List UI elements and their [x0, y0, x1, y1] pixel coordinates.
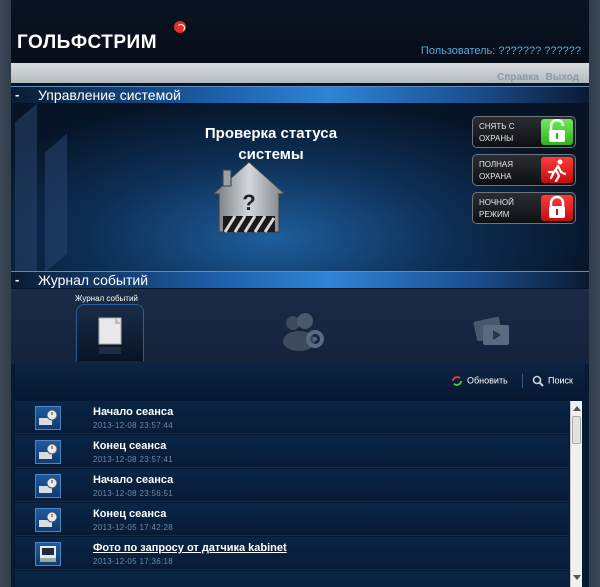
scroll-thumb[interactable]	[572, 416, 581, 444]
status-title: Проверка статуса системы	[151, 123, 391, 165]
user-info: Пользователь: ??????? ??????	[420, 45, 581, 57]
document-icon	[98, 317, 122, 354]
system-section-title: Управление системой	[38, 87, 181, 103]
event-row[interactable]	[15, 571, 569, 587]
refresh-button[interactable]: Обновить	[451, 375, 508, 387]
night-mode-button-label: НОЧНОЙ РЕЖИМ	[479, 198, 514, 219]
scroll-down-arrow-icon[interactable]	[573, 575, 581, 580]
top-links: Справка Выход	[493, 72, 579, 83]
event-title-link[interactable]: Фото по запросу от датчика kabinet	[93, 542, 287, 554]
refresh-label: Обновить	[467, 375, 508, 386]
svg-text:?: ?	[242, 190, 255, 215]
refresh-icon	[452, 376, 462, 386]
session-icon	[35, 440, 61, 464]
logo: ГОЛЬФСТРИМ	[17, 32, 158, 53]
session-icon	[35, 474, 61, 498]
journal-tabs: Журнал событий	[11, 289, 589, 364]
logo-signal-icon	[174, 21, 186, 33]
event-time: 2013-12-08 23:57:44	[93, 421, 173, 430]
disarm-button-label: СНЯТЬ С ОХРАНЫ	[479, 122, 515, 143]
search-label: Поиск	[548, 375, 573, 386]
events-list: Начало сеанса 2013-12-08 23:57:44 Конец …	[15, 401, 569, 587]
logout-link[interactable]: Выход	[546, 72, 579, 83]
search-button[interactable]: Поиск	[532, 375, 573, 387]
event-title: Начало сеанса	[93, 474, 174, 486]
events-toolbar: Обновить Поиск	[15, 364, 585, 400]
system-panel: Проверка статуса системы ? СНЯТЬ С ОХРАН…	[11, 103, 589, 271]
journal-section-header[interactable]: - Журнал событий	[11, 271, 589, 288]
session-icon	[35, 406, 61, 430]
lock-icon	[541, 195, 573, 221]
full-arm-button-label: ПОЛНАЯ ОХРАНА	[479, 160, 514, 181]
app-window: ГОЛЬФСТРИМ Пользователь: ??????? ?????? …	[11, 0, 589, 587]
header: ГОЛЬФСТРИМ Пользователь: ??????? ??????	[11, 0, 589, 63]
search-icon	[532, 375, 544, 387]
event-title: Начало сеанса	[93, 406, 174, 418]
running-man-icon	[541, 157, 573, 183]
event-title: Конец сеанса	[93, 440, 167, 452]
unlock-icon	[541, 118, 573, 145]
events-panel: Обновить Поиск Начало сеанса 2013-12-08 …	[11, 364, 589, 587]
event-time: 2013-12-05 17:36:18	[93, 557, 173, 566]
event-row[interactable]: Начало сеанса 2013-12-08 23:56:51	[15, 469, 569, 502]
event-time: 2013-12-08 23:56:51	[93, 489, 173, 498]
events-scrollbar[interactable]	[570, 401, 582, 587]
users-settings-icon[interactable]	[279, 311, 329, 351]
event-title: Конец сеанса	[93, 508, 167, 520]
event-row[interactable]: Конец сеанса 2013-12-05 17:42:28	[15, 503, 569, 536]
event-row[interactable]: Конец сеанса 2013-12-08 23:57:41	[15, 435, 569, 468]
collapse-icon[interactable]: -	[15, 272, 19, 287]
full-arm-button[interactable]: ПОЛНАЯ ОХРАНА	[472, 154, 576, 186]
status-title-line1: Проверка статуса	[204, 125, 338, 142]
house-question-icon[interactable]: ?	[211, 160, 287, 240]
event-time: 2013-12-05 17:42:28	[93, 523, 173, 532]
media-icon[interactable]	[473, 315, 513, 349]
session-icon	[35, 508, 61, 532]
system-section-header[interactable]: - Управление системой	[11, 86, 589, 103]
collapse-icon[interactable]: -	[15, 87, 19, 102]
event-row[interactable]: Фото по запросу от датчика kabinet 2013-…	[15, 537, 569, 570]
event-time: 2013-12-08 23:57:41	[93, 455, 173, 464]
toolbar-divider	[522, 374, 523, 388]
photo-icon	[35, 542, 61, 566]
night-mode-button[interactable]: НОЧНОЙ РЕЖИМ	[472, 192, 576, 224]
event-row[interactable]: Начало сеанса 2013-12-08 23:57:44	[15, 401, 569, 434]
journal-section-title: Журнал событий	[38, 272, 149, 288]
tab-journal-label: Журнал событий	[75, 294, 138, 303]
disarm-button[interactable]: СНЯТЬ С ОХРАНЫ	[472, 116, 576, 148]
help-link[interactable]: Справка	[497, 72, 539, 83]
tab-journal[interactable]	[76, 304, 144, 361]
scroll-up-arrow-icon[interactable]	[573, 406, 581, 411]
